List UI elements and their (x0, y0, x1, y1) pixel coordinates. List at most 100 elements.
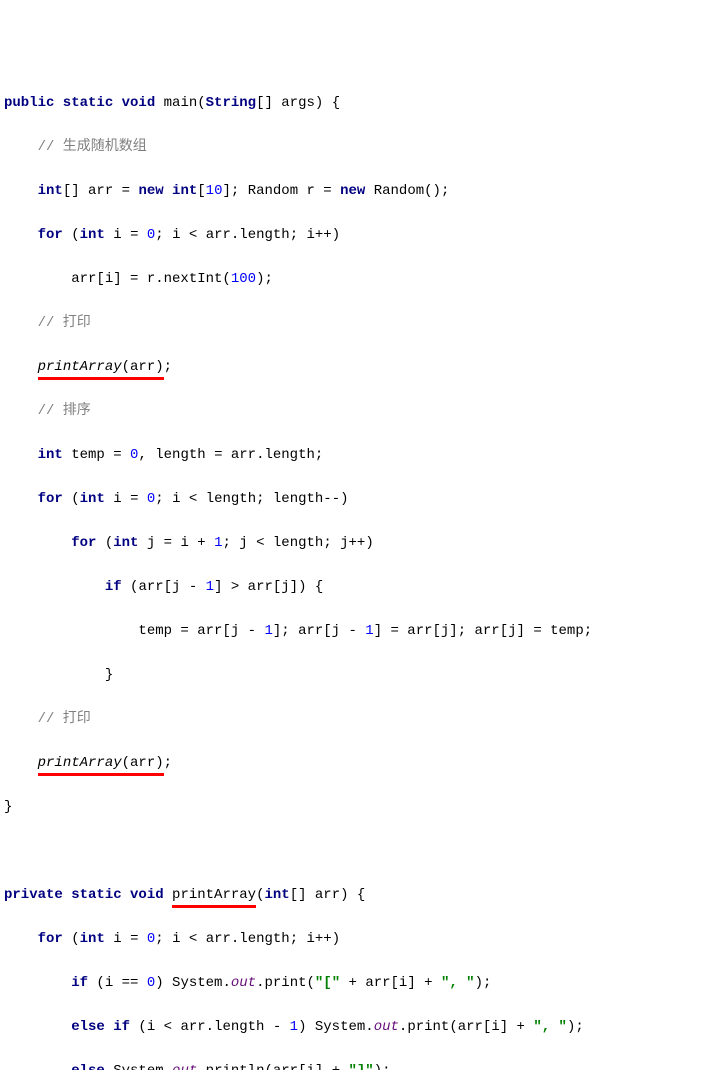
field: out (172, 1063, 197, 1070)
text: ; j < length; j++) (223, 535, 374, 551)
number: 1 (214, 535, 222, 551)
code-line: arr[i] = r.nextInt(100); (4, 268, 709, 290)
code-line: for (int i = 0; i < arr.length; i++) (4, 224, 709, 246)
keyword: int (38, 447, 63, 463)
text: (arr) (122, 755, 164, 771)
code-line: else if (i < arr.length - 1) System.out.… (4, 1016, 709, 1038)
text: i = (105, 931, 147, 947)
text: [] arr) { (290, 887, 366, 903)
text: ( (63, 491, 80, 507)
text: + arr[i] + (340, 975, 441, 991)
text: ); (567, 1019, 584, 1035)
keyword: int (80, 491, 105, 507)
code-line: int[] arr = new int[10]; Random r = new … (4, 180, 709, 202)
code-line: for (int j = i + 1; j < length; j++) (4, 532, 709, 554)
text: ( (63, 931, 80, 947)
number: 1 (206, 579, 214, 595)
text: System. (105, 1063, 172, 1070)
method-call: printArray (38, 359, 122, 375)
text: , length = arr.length; (138, 447, 323, 463)
text: .print(arr[i] + (399, 1019, 533, 1035)
code-line: printArray(arr); (4, 356, 709, 378)
text: ( (256, 887, 264, 903)
method-call: printArray (38, 755, 122, 771)
keyword: new (340, 183, 365, 199)
text: ; (164, 359, 172, 375)
text: ) System. (298, 1019, 374, 1035)
string: "[" (315, 975, 340, 991)
text: Random(); (365, 183, 449, 199)
code-line: printArray(arr); (4, 752, 709, 774)
keyword: for (38, 227, 63, 243)
keyword: int (113, 535, 138, 551)
keyword: if (105, 579, 122, 595)
text: ); (374, 1063, 391, 1070)
field: out (231, 975, 256, 991)
keyword: private static void (4, 887, 164, 903)
blank-line (4, 840, 709, 862)
keyword: int (38, 183, 63, 199)
code-line: temp = arr[j - 1]; arr[j - 1] = arr[j]; … (4, 620, 709, 642)
text: [] arr = (63, 183, 139, 199)
comment: // 排序 (4, 403, 91, 419)
code-line: // 排序 (4, 400, 709, 422)
number: 1 (290, 1019, 298, 1035)
keyword: for (38, 491, 63, 507)
keyword: public static void (4, 95, 155, 111)
text: i = (105, 227, 147, 243)
number: 1 (365, 623, 373, 639)
number: 10 (206, 183, 223, 199)
text: ); (475, 975, 492, 991)
keyword: for (38, 931, 63, 947)
text: .print( (256, 975, 315, 991)
code-line: } (4, 664, 709, 686)
keyword: int (80, 931, 105, 947)
text: } (4, 799, 12, 815)
text: (i == (88, 975, 147, 991)
text: ; i < length; length--) (155, 491, 348, 507)
string: ", " (533, 1019, 567, 1035)
code-line: int temp = 0, length = arr.length; (4, 444, 709, 466)
keyword: new int (138, 183, 197, 199)
text: (i < arr.length - (130, 1019, 290, 1035)
underline-annotation: printArray (172, 884, 256, 906)
code-line: // 打印 (4, 708, 709, 730)
code-line: // 生成随机数组 (4, 136, 709, 158)
text: temp = arr[j - (4, 623, 264, 639)
code-line: for (int i = 0; i < length; length--) (4, 488, 709, 510)
keyword: else if (71, 1019, 130, 1035)
text: ; i < arr.length; i++) (155, 227, 340, 243)
text: ) System. (155, 975, 231, 991)
text: ; (164, 755, 172, 771)
code-line: if (arr[j - 1] > arr[j]) { (4, 576, 709, 598)
comment: // 生成随机数组 (4, 139, 147, 155)
keyword: int (80, 227, 105, 243)
comment: // 打印 (4, 711, 91, 727)
string: ", " (441, 975, 475, 991)
field: out (374, 1019, 399, 1035)
underline-annotation: printArray(arr) (38, 752, 164, 774)
text: j = i + (138, 535, 214, 551)
text: [] args) { (256, 95, 340, 111)
code-line: private static void printArray(int[] arr… (4, 884, 709, 906)
text: temp = (63, 447, 130, 463)
code-line: for (int i = 0; i < arr.length; i++) (4, 928, 709, 950)
keyword: if (71, 975, 88, 991)
text: arr[i] = r.nextInt( (4, 271, 231, 287)
comment: // 打印 (4, 315, 91, 331)
number: 0 (147, 931, 155, 947)
underline-annotation: printArray(arr) (38, 356, 164, 378)
text: ; i < arr.length; i++) (155, 931, 340, 947)
keyword: int (264, 887, 289, 903)
text: ( (96, 535, 113, 551)
text: .println(arr[i] + (197, 1063, 348, 1070)
code-line: if (i == 0) System.out.print("[" + arr[i… (4, 972, 709, 994)
string: "]" (349, 1063, 374, 1070)
code-line: // 打印 (4, 312, 709, 334)
number: 0 (147, 975, 155, 991)
code-line: } (4, 796, 709, 818)
text: (arr) (122, 359, 164, 375)
method-name: printArray (172, 887, 256, 903)
keyword: else (71, 1063, 105, 1070)
keyword: String (206, 95, 256, 111)
